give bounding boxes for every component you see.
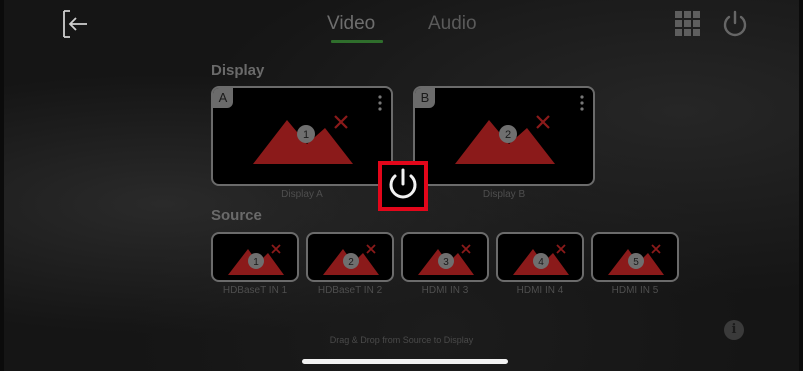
source-number: 5 bbox=[633, 257, 639, 268]
back-button[interactable] bbox=[60, 8, 92, 40]
source-number: 2 bbox=[348, 257, 354, 268]
more-vertical-icon[interactable] bbox=[377, 94, 383, 112]
home-indicator[interactable] bbox=[302, 359, 508, 364]
display-letter-badge: B bbox=[415, 88, 435, 108]
center-power-button[interactable] bbox=[378, 161, 428, 211]
source-card-1[interactable]: 1 bbox=[211, 232, 299, 282]
source-number: 3 bbox=[443, 257, 449, 268]
no-signal-icon: 5 bbox=[608, 244, 664, 275]
display-card-b[interactable]: B 2 bbox=[413, 86, 595, 186]
power-button[interactable] bbox=[720, 9, 750, 39]
back-arrow-icon bbox=[63, 10, 87, 38]
info-icon[interactable]: i bbox=[724, 320, 744, 340]
power-icon bbox=[389, 168, 417, 199]
source-caption-4: HDMI IN 4 bbox=[516, 285, 564, 296]
source-card-4[interactable]: 4 bbox=[496, 232, 584, 282]
display-number: 1 bbox=[303, 129, 309, 141]
tab-active-underline bbox=[331, 40, 383, 43]
no-signal-icon: 4 bbox=[513, 244, 569, 275]
source-card-3[interactable]: 3 bbox=[401, 232, 489, 282]
no-signal-icon: 2 bbox=[323, 244, 379, 275]
no-signal-icon: 2 bbox=[455, 115, 555, 164]
tab-video[interactable]: Video bbox=[327, 13, 375, 35]
source-caption-5: HDMI IN 5 bbox=[611, 285, 659, 296]
no-signal-icon: 1 bbox=[253, 115, 353, 164]
more-vertical-icon[interactable] bbox=[579, 94, 585, 112]
display-caption-a: Display A bbox=[281, 189, 323, 200]
source-section-label: Source bbox=[211, 207, 262, 224]
tab-audio[interactable]: Audio bbox=[428, 13, 477, 35]
drag-drop-hint: Drag & Drop from Source to Display bbox=[329, 335, 474, 345]
display-card-a[interactable]: A 1 bbox=[211, 86, 393, 186]
grid-button[interactable] bbox=[675, 11, 701, 37]
source-number: 4 bbox=[538, 257, 544, 268]
source-number: 1 bbox=[253, 257, 259, 268]
source-card-2[interactable]: 2 bbox=[306, 232, 394, 282]
display-caption-b: Display B bbox=[482, 189, 526, 200]
source-caption-3: HDMI IN 3 bbox=[421, 285, 469, 296]
display-number: 2 bbox=[505, 129, 511, 141]
top-bar: Video Audio bbox=[4, 0, 799, 50]
source-card-5[interactable]: 5 bbox=[591, 232, 679, 282]
source-caption-2: HDBaseT IN 2 bbox=[317, 285, 383, 296]
source-caption-1: HDBaseT IN 1 bbox=[222, 285, 288, 296]
power-icon bbox=[723, 10, 747, 37]
no-signal-icon: 1 bbox=[228, 244, 284, 275]
no-signal-icon: 3 bbox=[418, 244, 474, 275]
app-screen: Video Audio Display A 1 Display A B 2 Di… bbox=[4, 0, 799, 371]
display-letter-badge: A bbox=[213, 88, 233, 108]
grid-icon bbox=[675, 11, 700, 36]
display-section-label: Display bbox=[211, 62, 265, 79]
